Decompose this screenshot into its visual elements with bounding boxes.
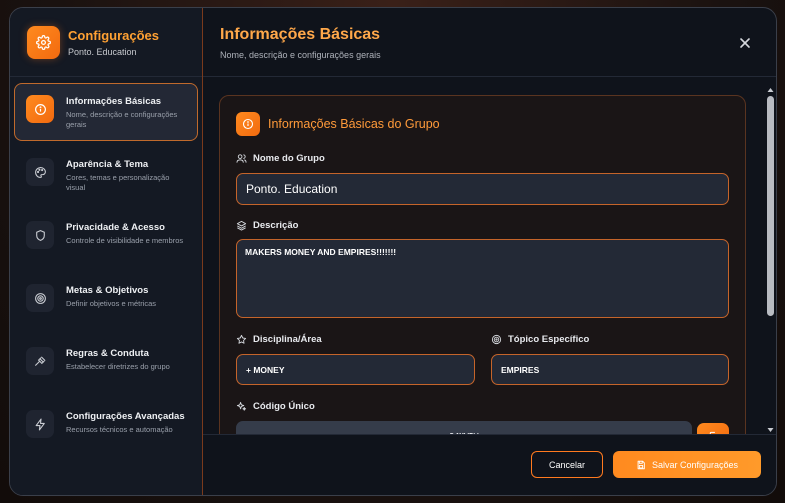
info-icon xyxy=(236,112,260,136)
sidebar-item-desc: Definir objetivos e métricas xyxy=(66,299,157,308)
discipline-input[interactable]: + MONEY xyxy=(236,354,475,385)
page-subtitle: Nome, descrição e configurações gerais xyxy=(220,50,381,60)
main-panel: Informações Básicas Nome, descrição e co… xyxy=(203,8,776,495)
zap-icon xyxy=(26,410,54,438)
settings-modal: Configurações Ponto. Education Informaçõ… xyxy=(9,7,777,496)
modal-footer: Cancelar Salvar Configurações xyxy=(203,434,776,495)
app-title: Configurações xyxy=(68,27,160,43)
scroll-up-icon[interactable] xyxy=(767,87,774,93)
close-button[interactable] xyxy=(738,36,752,50)
app-subtitle: Ponto. Education xyxy=(68,46,137,57)
sidebar-item-label: Configurações Avançadas xyxy=(66,411,185,422)
discipline-label: Disciplina/Área xyxy=(236,334,322,345)
sidebar-item-label: Regras & Conduta xyxy=(66,348,149,359)
group-name-label: Nome do Grupo xyxy=(236,153,325,164)
description-label: Descrição xyxy=(236,220,298,231)
sidebar-item-label: Metas & Objetivos xyxy=(66,285,149,296)
sidebar-nav: Informações Básicas Nome, descrição e co… xyxy=(10,77,202,461)
info-icon xyxy=(26,95,54,123)
sidebar-item-label: Privacidade & Acesso xyxy=(66,222,165,233)
sidebar-item-desc: Estabelecer diretrizes do grupo xyxy=(66,362,170,371)
group-name-input[interactable]: Ponto. Education xyxy=(236,173,729,205)
palette-icon xyxy=(26,158,54,186)
scroll-down-icon[interactable] xyxy=(767,427,774,433)
page-title: Informações Básicas xyxy=(220,26,381,43)
unique-code-label: Código Único xyxy=(236,401,315,412)
sidebar-item-regras[interactable]: Regras & Conduta Estabelecer diretrizes … xyxy=(14,335,198,393)
sidebar-item-desc: Recursos técnicos e automação xyxy=(66,425,173,434)
save-icon xyxy=(637,460,645,469)
star-icon xyxy=(236,334,247,344)
unique-code-display: 24XWRW xyxy=(236,421,692,434)
topic-input[interactable]: EMPIRES xyxy=(491,354,729,385)
close-icon xyxy=(740,38,750,48)
target-icon xyxy=(26,284,54,312)
scroll-thumb[interactable] xyxy=(767,96,774,316)
sidebar-item-metas[interactable]: Metas & Objetivos Definir objetivos e mé… xyxy=(14,272,198,330)
basic-info-card: Informações Básicas do Grupo Nome do Gru… xyxy=(219,95,746,434)
users-icon xyxy=(236,154,247,163)
target-icon xyxy=(491,334,502,345)
sidebar-item-label: Aparência & Tema xyxy=(66,159,149,170)
sidebar-item-label: Informações Básicas xyxy=(66,96,162,107)
sidebar-header: Configurações Ponto. Education xyxy=(10,8,202,77)
save-settings-button[interactable]: Salvar Configurações xyxy=(613,451,761,478)
sidebar-item-desc: Controle de visibilidade e membros xyxy=(66,236,184,245)
gear-icon xyxy=(27,25,60,59)
copy-code-button[interactable] xyxy=(697,423,729,434)
gavel-icon xyxy=(26,347,54,375)
sidebar-item-informacoes-basicas[interactable]: Informações Básicas Nome, descrição e co… xyxy=(14,83,198,141)
sidebar: Configurações Ponto. Education Informaçõ… xyxy=(10,8,203,495)
shield-icon xyxy=(26,221,54,249)
sidebar-item-desc: Nome, descrição e configurações gerais xyxy=(66,110,178,129)
sidebar-item-desc: Cores, temas e personalização visual xyxy=(66,173,170,192)
main-header: Informações Básicas Nome, descrição e co… xyxy=(203,8,776,77)
sidebar-item-aparencia[interactable]: Aparência & Tema Cores, temas e personal… xyxy=(14,146,198,204)
layers-icon xyxy=(236,220,247,231)
content-scrollbar[interactable] xyxy=(765,87,775,433)
topic-label: Tópico Específico xyxy=(491,334,589,345)
sparkles-icon xyxy=(236,401,247,411)
sidebar-item-avancadas[interactable]: Configurações Avançadas Recursos técnico… xyxy=(14,398,198,456)
cancel-button[interactable]: Cancelar xyxy=(531,451,603,478)
save-label: Salvar Configurações xyxy=(651,459,739,470)
description-textarea[interactable]: MAKERS MONEY AND EMPIRES!!!!!!! xyxy=(236,239,729,318)
content-area: Informações Básicas do Grupo Nome do Gru… xyxy=(203,77,776,434)
sidebar-item-privacidade[interactable]: Privacidade & Acesso Controle de visibil… xyxy=(14,209,198,267)
card-title: Informações Básicas do Grupo xyxy=(268,117,440,131)
